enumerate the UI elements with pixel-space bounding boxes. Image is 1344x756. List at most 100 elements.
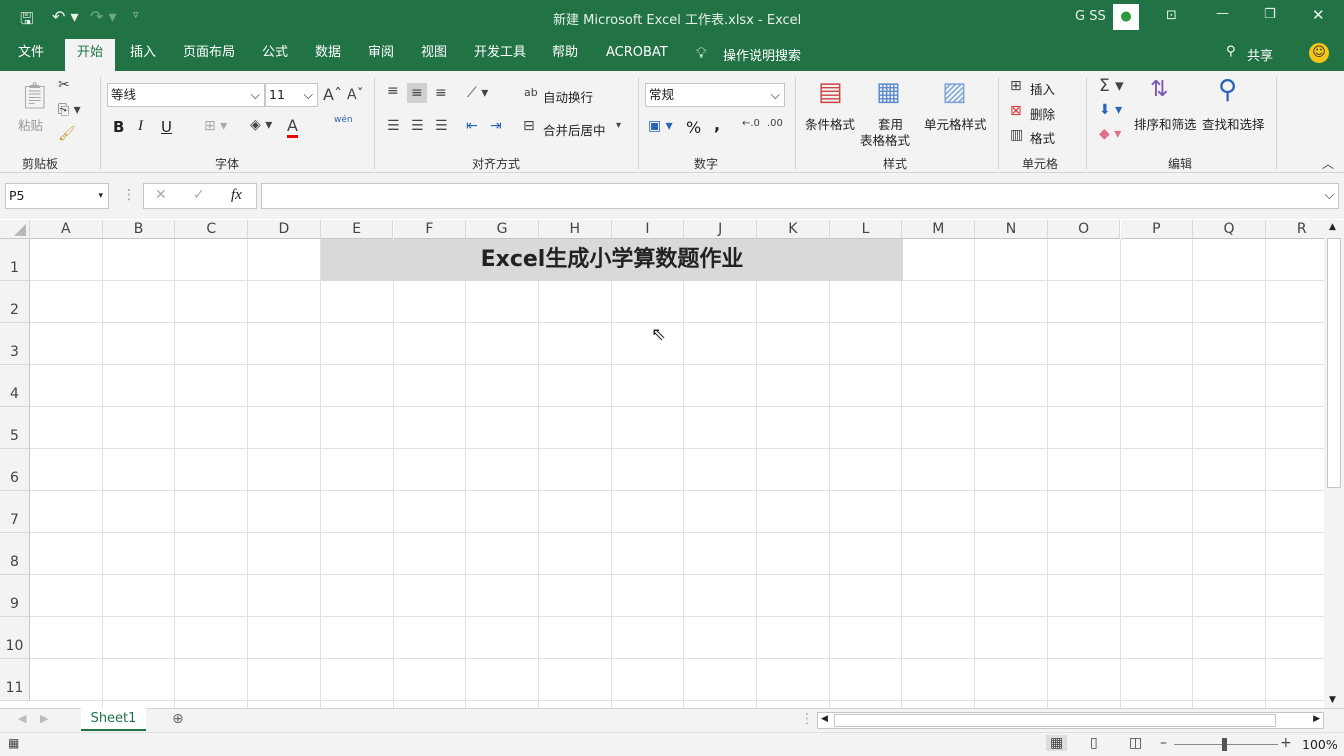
add-sheet-icon[interactable]: ⊕ (172, 711, 184, 727)
font-name-dropdown[interactable]: 等线⌵ (107, 83, 265, 107)
column-header-H[interactable]: H (539, 220, 612, 239)
scroll-left-icon[interactable]: ◀ (821, 714, 828, 724)
autosum-icon[interactable]: Σ ▾ (1099, 76, 1124, 96)
clear-icon[interactable]: ◆ ▾ (1099, 126, 1121, 142)
restore-icon[interactable]: ❐ (1264, 7, 1276, 22)
format-cells-button[interactable]: 格式 (1030, 128, 1055, 147)
percent-button[interactable]: % (686, 118, 701, 137)
macro-record-icon[interactable]: ▦ (8, 736, 19, 750)
scroll-up-icon[interactable]: ▲ (1329, 222, 1336, 232)
tab-data[interactable]: 数据 (307, 35, 349, 71)
tab-home[interactable]: 开始 (65, 39, 115, 71)
row-header-4[interactable]: 4 (0, 365, 30, 407)
tab-page-layout[interactable]: 页面布局 (175, 35, 243, 71)
column-header-Q[interactable]: Q (1193, 220, 1266, 239)
bold-button[interactable]: B (113, 118, 124, 136)
row-header-1[interactable]: 1 (0, 239, 30, 281)
tab-help[interactable]: 帮助 (544, 35, 586, 71)
decrease-decimal-icon[interactable]: .00 (767, 118, 783, 129)
number-format-dropdown[interactable]: 常规⌵ (645, 83, 785, 107)
row-header-9[interactable]: 9 (0, 575, 30, 617)
column-header-M[interactable]: M (902, 220, 975, 239)
cut-icon[interactable]: ✂ (58, 77, 70, 93)
ribbon-display-icon[interactable]: ⊡ (1166, 8, 1177, 23)
zoom-in-icon[interactable]: + (1280, 735, 1292, 751)
page-layout-view-icon[interactable]: ▯ (1090, 735, 1098, 751)
align-top-icon[interactable]: ≡ (387, 83, 399, 99)
align-right-icon[interactable]: ☰ (435, 118, 448, 134)
vertical-scroll-thumb[interactable] (1327, 238, 1341, 488)
scroll-down-icon[interactable]: ▼ (1329, 695, 1336, 705)
fill-color-icon[interactable]: ◈ ▾ (250, 117, 272, 133)
column-header-D[interactable]: D (248, 220, 321, 239)
align-left-icon[interactable]: ☰ (387, 118, 400, 134)
increase-decimal-icon[interactable]: ←.0 (742, 118, 760, 129)
tab-review[interactable]: 审阅 (360, 35, 402, 71)
conditional-formatting-button[interactable]: 条件格式 (805, 114, 855, 133)
merge-center-button[interactable]: 合并后居中 (543, 120, 606, 139)
fill-icon[interactable]: ⬇ ▾ (1099, 102, 1122, 118)
avatar[interactable]: ● (1113, 4, 1139, 30)
column-header-L[interactable]: L (830, 220, 903, 239)
align-center-icon[interactable]: ☰ (411, 118, 424, 134)
tab-acrobat[interactable]: ACROBAT (598, 35, 676, 71)
row-header-6[interactable]: 6 (0, 449, 30, 491)
column-header-G[interactable]: G (466, 220, 539, 239)
collapse-ribbon-icon[interactable]: ︿ (1322, 155, 1334, 172)
cancel-icon[interactable]: ✕ (155, 187, 167, 203)
horizontal-scroll-thumb[interactable] (834, 714, 1276, 727)
tab-insert[interactable]: 插入 (122, 35, 164, 71)
column-header-R[interactable]: R (1266, 220, 1324, 239)
font-size-dropdown[interactable]: 11⌵ (265, 83, 318, 107)
find-select-button[interactable]: 查找和选择 (1202, 114, 1265, 133)
sort-filter-button[interactable]: 排序和筛选 (1134, 114, 1197, 133)
tab-view[interactable]: 视图 (413, 35, 455, 71)
row-header-11[interactable]: 11 (0, 659, 30, 701)
column-header-K[interactable]: K (757, 220, 830, 239)
cell-styles-button[interactable]: 单元格样式 (924, 114, 987, 133)
share-button[interactable]: 共享 (1247, 45, 1273, 64)
decrease-indent-icon[interactable]: ⇤ (466, 118, 478, 134)
row-header-10[interactable]: 10 (0, 617, 30, 659)
decrease-font-icon[interactable]: Aˇ (347, 87, 364, 103)
chevron-down-icon[interactable]: ▾ (616, 120, 621, 131)
select-all-corner[interactable] (0, 220, 30, 239)
tab-developer[interactable]: 开发工具 (466, 35, 534, 71)
undo-icon[interactable]: ↶ ▾ (52, 7, 79, 26)
increase-font-icon[interactable]: Aˆ (323, 85, 342, 104)
scroll-right-icon[interactable]: ▶ (1313, 714, 1320, 724)
paste-icon[interactable]: 📋︎ (18, 81, 51, 111)
row-header-7[interactable]: 7 (0, 491, 30, 533)
name-box[interactable]: P5▾ (5, 183, 109, 209)
column-header-N[interactable]: N (975, 220, 1048, 239)
user-name[interactable]: G SS (1075, 9, 1106, 24)
column-header-I[interactable]: I (612, 220, 685, 239)
italic-button[interactable]: I (138, 118, 143, 135)
comma-button[interactable]: , (714, 115, 720, 134)
borders-icon[interactable]: ⊞ ▾ (204, 118, 227, 134)
normal-view-icon[interactable]: ▦ (1046, 735, 1067, 751)
delete-cells-button[interactable]: 删除 (1030, 104, 1055, 123)
zoom-out-icon[interactable]: – (1160, 735, 1167, 751)
increase-indent-icon[interactable]: ⇥ (490, 118, 502, 134)
row-header-5[interactable]: 5 (0, 407, 30, 449)
row-header-3[interactable]: 3 (0, 323, 30, 365)
column-header-A[interactable]: A (30, 220, 103, 239)
align-middle-icon[interactable]: ≡ (407, 83, 427, 103)
paste-button[interactable]: 粘贴 (18, 115, 43, 134)
accounting-format-icon[interactable]: ▣ ▾ (648, 118, 673, 134)
column-header-O[interactable]: O (1048, 220, 1121, 239)
sheet-tab-sheet1[interactable]: Sheet1 (81, 708, 146, 731)
enter-icon[interactable]: ✓ (193, 187, 205, 203)
copy-icon[interactable]: ⎘ ▾ (58, 102, 81, 118)
align-bottom-icon[interactable]: ≡ (435, 85, 447, 101)
minimize-icon[interactable]: — (1216, 6, 1229, 21)
column-header-P[interactable]: P (1121, 220, 1194, 239)
underline-button[interactable]: U (161, 118, 172, 136)
row-header-8[interactable]: 8 (0, 533, 30, 575)
wrap-text-button[interactable]: 自动换行 (543, 87, 593, 106)
merged-title-cell[interactable]: Excel生成小学算数题作业 (321, 239, 903, 281)
tab-file[interactable]: 文件 (10, 35, 52, 71)
horizontal-scrollbar[interactable]: ◀ ▶ (817, 712, 1324, 729)
column-header-B[interactable]: B (103, 220, 176, 239)
